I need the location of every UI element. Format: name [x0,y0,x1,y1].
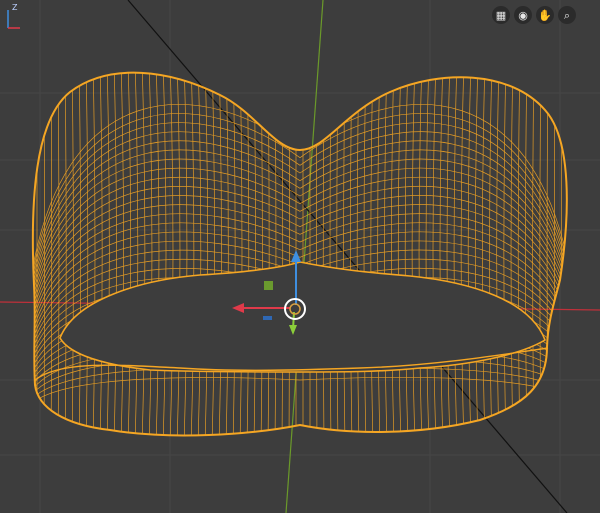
floor-grid [0,0,600,513]
zoom-icon[interactable]: ⌕ [558,6,576,24]
gizmo-plane-handle[interactable] [263,316,272,320]
mesh-edge [546,72,549,436]
mesh-wire-grid [32,72,567,436]
mesh-edge [510,72,514,436]
mesh-edge [57,72,60,436]
mesh-edge [363,72,367,436]
mesh-edge [404,72,409,436]
mesh-edge [162,72,167,436]
mesh-edge [127,72,132,436]
pan-hand-icon[interactable]: ✋ [536,6,554,24]
y-axis-line [285,0,324,513]
navigation-buttons: ▦ ◉ ✋ ⌕ [492,6,576,24]
mesh-edge [496,72,500,436]
mesh-edge [503,72,507,436]
mesh-edge [274,72,277,436]
mesh-outline [31,71,568,437]
camera-view-icon[interactable]: ◉ [514,6,532,24]
mesh-edge [391,72,395,436]
mesh-edge [425,72,430,436]
mesh-edge [397,72,402,436]
mesh-edge [439,72,444,436]
mesh-edge [267,72,270,436]
mesh-edge [134,72,139,436]
mesh-edge [155,72,160,436]
mesh-edge [99,72,103,436]
mesh-edge [113,72,117,436]
toggle-grid-icon[interactable]: ▦ [492,6,510,24]
gizmo-z-arrow-icon[interactable] [291,250,301,262]
mesh-edge [239,72,243,436]
mesh-edge [432,72,437,436]
mesh-edge [232,72,236,436]
gizmo-plane-handle[interactable] [264,281,273,290]
mesh-edge [246,72,250,436]
wireframe-mesh[interactable] [30,60,572,445]
mesh-edge [482,72,486,436]
mesh-edge [411,72,416,436]
mesh-edge [460,72,465,436]
3d-viewport[interactable]: ▦ ◉ ✋ ⌕ Z [0,0,600,513]
mesh-edge [356,72,360,436]
viewport-canvas[interactable] [0,0,600,513]
mesh-edge [329,72,332,436]
mesh-edge [190,72,195,436]
mesh-edge [446,72,451,436]
mesh-edge [197,72,202,436]
mesh-edge [281,72,284,436]
mesh-edge [322,72,325,436]
mesh-edge [418,72,423,436]
axis-orientation-gizmo[interactable]: Z [0,0,24,32]
mesh-edge [517,72,521,436]
mesh-edge [78,72,81,436]
mesh-edge [553,72,556,436]
z-axis-label: Z [12,3,18,12]
mesh-edge [539,72,542,436]
mesh-edge [204,72,209,436]
mesh-edge [525,72,528,436]
mesh-edge [85,72,89,436]
mesh-edge [253,72,256,436]
mesh-edge [467,72,472,436]
mesh-edge [474,72,479,436]
mesh-edge [106,72,110,436]
mesh-edge [176,72,181,436]
mesh-edge [370,72,374,436]
mesh-edge [183,72,188,436]
mesh-edge [225,72,229,436]
